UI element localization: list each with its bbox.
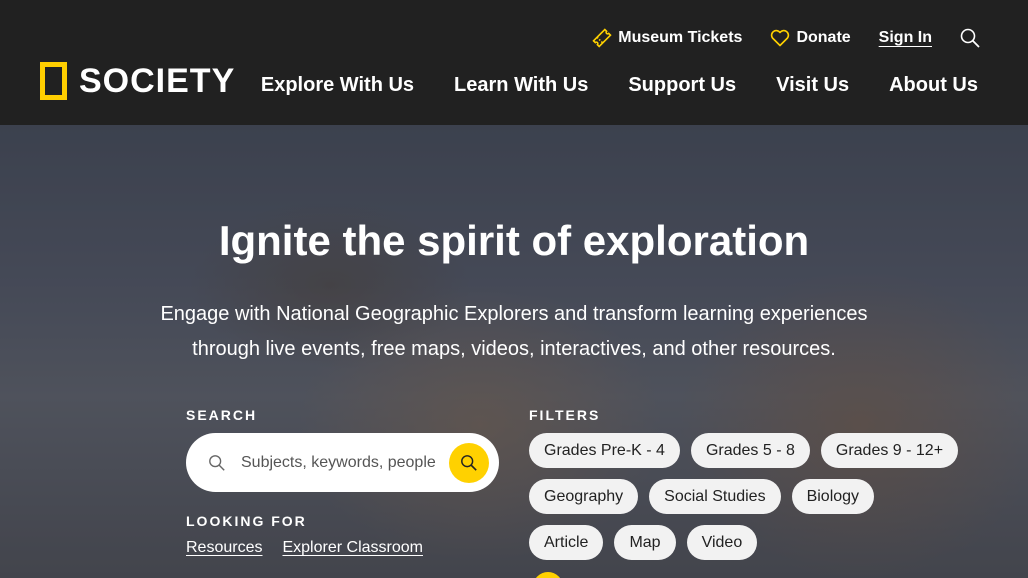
filter-chip-map[interactable]: Map [614, 525, 676, 560]
yellow-frame-logo-icon [40, 62, 67, 100]
filter-row-grades: Grades Pre-K - 4 Grades 5 - 8 Grades 9 -… [529, 433, 969, 468]
filter-chip-grades-5-8[interactable]: Grades 5 - 8 [690, 433, 810, 468]
nav-visit-us[interactable]: Visit Us [776, 74, 849, 97]
nav-explore-with-us[interactable]: Explore With Us [261, 74, 414, 97]
filter-chip-social-studies[interactable]: Social Studies [649, 479, 781, 514]
ticket-icon [592, 28, 612, 48]
filter-chip-article[interactable]: Article [529, 525, 604, 560]
utility-nav: Museum Tickets Donate Sign In [564, 26, 980, 50]
hero-subtitle: Engage with National Geographic Explorer… [160, 303, 868, 360]
nav-support-us[interactable]: Support Us [628, 74, 736, 97]
donate-link[interactable]: Donate [770, 29, 851, 47]
magnifier-icon [461, 455, 477, 471]
hero-title: Ignite the spirit of exploration [218, 217, 810, 264]
filter-chip-geography[interactable]: Geography [529, 479, 639, 514]
filter-chips: Grades Pre-K - 4 Grades 5 - 8 Grades 9 -… [529, 433, 969, 571]
search-field [186, 433, 499, 492]
search-icon [960, 28, 980, 48]
search-field-icon [208, 454, 228, 472]
looking-for-label: LOOKING FOR [186, 513, 307, 529]
search-submit-button[interactable] [449, 443, 489, 483]
main-nav: Explore With Us Learn With Us Support Us… [221, 74, 978, 97]
search-label: SEARCH [186, 407, 258, 423]
heart-icon [771, 29, 790, 47]
museum-tickets-label: Museum Tickets [618, 29, 743, 46]
looking-for-links: Resources Explorer Classroom [186, 539, 443, 557]
filter-row-subjects: Geography Social Studies Biology [529, 479, 969, 514]
site-logo[interactable]: SOCIETY [40, 62, 235, 100]
explorer-classroom-link[interactable]: Explorer Classroom [282, 539, 422, 557]
filter-chip-biology[interactable]: Biology [791, 479, 875, 514]
nav-learn-with-us[interactable]: Learn With Us [454, 74, 588, 97]
donate-label: Donate [796, 29, 851, 46]
nav-about-us[interactable]: About Us [889, 74, 978, 97]
hero-section: Ignite the spirit of exploration Engage … [0, 125, 1028, 578]
filters-label: FILTERS [529, 407, 601, 423]
logo-text: SOCIETY [79, 62, 236, 100]
filter-chip-video[interactable]: Video [686, 525, 758, 560]
filter-chip-grades-9-12[interactable]: Grades 9 - 12+ [820, 433, 959, 468]
resources-link[interactable]: Resources [186, 539, 262, 557]
sign-in-link[interactable]: Sign In [879, 29, 932, 47]
museum-tickets-link[interactable]: Museum Tickets [592, 28, 742, 48]
filter-chip-grades-prek-4[interactable]: Grades Pre-K - 4 [529, 433, 680, 468]
header-search-button[interactable] [960, 28, 980, 48]
search-input[interactable] [241, 453, 441, 472]
filter-row-types: Article Map Video [529, 525, 969, 560]
site-header: Museum Tickets Donate Sign In SOCIETY Ex… [0, 0, 1028, 125]
